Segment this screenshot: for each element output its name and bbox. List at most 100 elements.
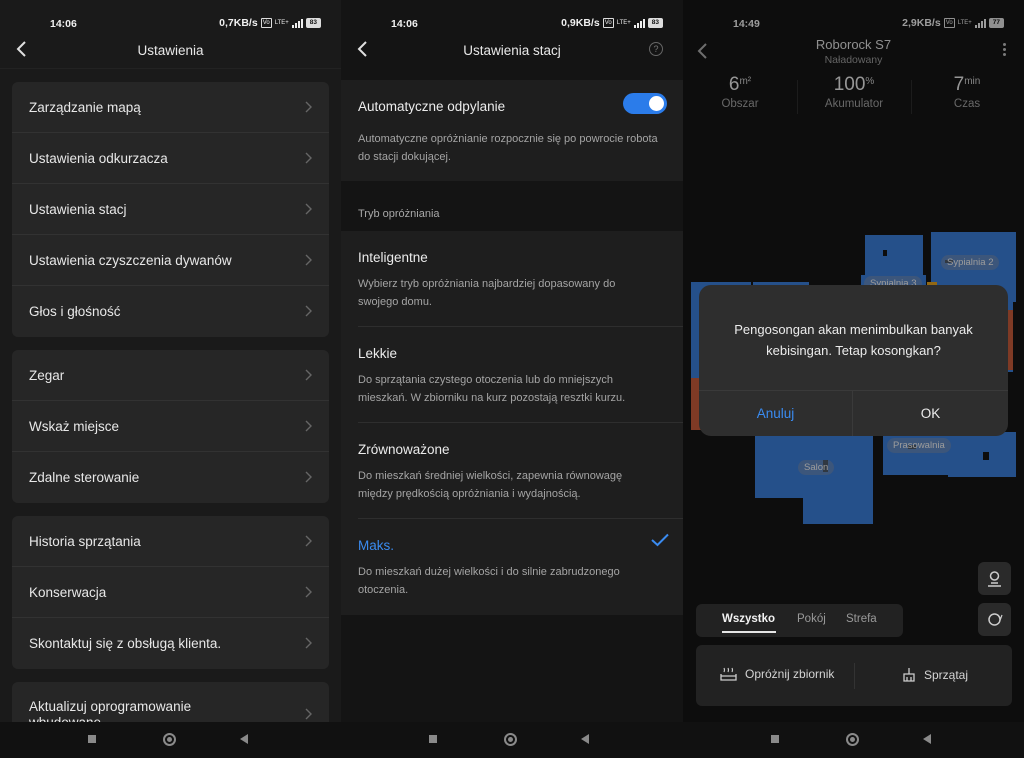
empty-mode-option-balanced[interactable]: Zrównoważone Do mieszkań średniej wielko… [341,423,683,519]
system-back-button[interactable] [240,734,248,744]
chevron-right-icon [305,637,312,649]
device-home-screen: 14:49 2,9KB/s Vo LTE+ 77 Roborock S7 Nał… [683,0,1024,758]
system-nav-bar [0,722,341,758]
checkmark-icon [651,533,669,547]
option-title: Inteligentne [358,250,428,265]
settings-item-label: Skontaktuj się z obsługą klienta. [29,636,222,651]
system-nav-bar [683,722,1024,758]
volte-icon: Vo [260,18,272,28]
settings-item-label: Ustawienia czyszczenia dywanów [29,253,232,268]
status-time: 14:06 [50,18,77,30]
settings-group-1: Zarządzanie mapą Ustawienia odkurzacza U… [12,82,329,337]
action-bar: Opróżnij zbiornik Sprzątaj [696,645,1012,706]
status-indicators: 0,9KB/s Vo LTE+ 83 [561,17,663,29]
locate-robot-button[interactable] [978,562,1011,595]
settings-item-locate[interactable]: Wskaż miejsce [12,401,329,452]
home-button[interactable] [163,733,176,746]
option-title: Maks. [358,538,395,553]
system-back-button[interactable] [923,734,931,744]
settings-item-remote[interactable]: Zdalne sterowanie [12,452,329,503]
empty-mode-section-label: Tryb opróżniania [358,208,440,220]
station-settings-screen: 14:06 0,9KB/s Vo LTE+ 83 Ustawienia stac… [341,0,683,758]
confirm-dialog: Pengosongan akan menimbulkan banyak kebi… [699,285,1008,436]
tab-room[interactable]: Pokój [797,613,826,625]
settings-item-map[interactable]: Zarządzanie mapą [12,82,329,133]
cancel-button[interactable]: Anuluj [699,406,852,421]
settings-item-maintenance[interactable]: Konserwacja [12,567,329,618]
signal-icon [291,18,303,28]
option-description: Wybierz tryb opróżniania najbardziej dop… [358,278,616,308]
page-title: Ustawienia stacj [463,43,561,58]
home-button[interactable] [504,733,517,746]
signal-icon [633,18,645,28]
empty-mode-option-light[interactable]: Lekkie Do sprzątania czystego otoczenia … [341,327,683,423]
system-back-button[interactable] [581,734,589,744]
settings-group-2: Zegar Wskaż miejsce Zdalne sterowanie [12,350,329,503]
chevron-right-icon [305,101,312,113]
option-description: Do sprzątania czystego otoczenia lub do … [358,374,626,404]
chevron-right-icon [305,254,312,266]
settings-item-label: Ustawienia stacj [29,202,127,217]
status-indicators: 0,7KB/s Vo LTE+ 83 [219,17,321,29]
option-description: Do mieszkań dużej wielkości i do silnie … [358,566,620,596]
settings-item-support[interactable]: Skontaktuj się z obsługą klienta. [12,618,329,669]
settings-item-history[interactable]: Historia sprzątania [12,516,329,567]
chevron-right-icon [305,586,312,598]
status-speed: 0,9KB/s [561,17,600,29]
option-title: Lekkie [358,346,398,361]
map-pin-icon [988,571,1001,587]
chevron-right-icon [305,471,312,483]
chevron-right-icon [305,369,312,381]
auto-empty-title: Automatyczne odpylanie [358,99,506,114]
divider [699,390,1008,391]
recents-button[interactable] [771,735,779,743]
settings-item-label: Konserwacja [29,585,107,600]
auto-empty-description: Automatyczne opróżnianie rozpocznie się … [358,133,658,163]
header-divider [0,68,341,69]
recents-button[interactable] [429,735,437,743]
app-header: Ustawienia [0,32,341,68]
battery-icon: 83 [647,18,663,28]
chevron-right-icon [305,535,312,547]
ok-button[interactable]: OK [853,406,1008,421]
chevron-right-icon [305,203,312,215]
home-button[interactable] [846,733,859,746]
chevron-right-icon [305,420,312,432]
dust-bin-icon [720,667,737,681]
lte-icon: LTE+ [616,20,631,26]
settings-item-station[interactable]: Ustawienia stacj [12,184,329,235]
tab-all[interactable]: Wszystko [722,613,775,625]
empty-mode-list: Inteligentne Wybierz tryb opróżniania na… [341,231,683,615]
settings-item-label: Historia sprzątania [29,534,141,549]
chevron-right-icon [305,708,312,720]
tab-zone[interactable]: Strefa [846,613,877,625]
chevron-right-icon [305,152,312,164]
empty-mode-option-max[interactable]: Maks. Do mieszkań dużej wielkości i do s… [341,519,683,615]
status-speed: 0,7KB/s [219,17,258,29]
toggle-knob [649,96,664,111]
status-time: 14:06 [391,18,418,30]
tab-indicator [722,631,776,633]
settings-item-label: Zarządzanie mapą [29,100,141,115]
recents-button[interactable] [88,735,96,743]
settings-item-label: Ustawienia odkurzacza [29,151,168,166]
page-title: Ustawienia [137,43,204,58]
clean-button[interactable]: Sprzątaj [902,667,968,682]
rotate-map-button[interactable] [978,603,1011,636]
empty-mode-option-smart[interactable]: Inteligentne Wybierz tryb opróżniania na… [341,231,683,327]
dialog-message: Pengosongan akan menimbulkan banyak kebi… [734,322,973,358]
settings-item-clock[interactable]: Zegar [12,350,329,401]
empty-bin-button[interactable]: Opróżnij zbiornik [720,667,834,681]
settings-item-vacuum[interactable]: Ustawienia odkurzacza [12,133,329,184]
auto-empty-toggle[interactable] [623,93,667,114]
rotate-icon [988,613,1003,626]
settings-item-voice[interactable]: Głos i głośność [12,286,329,337]
settings-item-label: Zegar [29,368,65,383]
settings-item-carpet[interactable]: Ustawienia czyszczenia dywanów [12,235,329,286]
settings-item-label: Zdalne sterowanie [29,470,140,485]
option-description: Do mieszkań średniej wielkości, zapewnia… [358,470,623,500]
settings-screen: 14:06 0,7KB/s Vo LTE+ 83 Ustawienia Zarz… [0,0,341,758]
system-nav-bar [341,722,683,758]
settings-item-label: Głos i głośność [29,304,121,319]
help-icon[interactable]: ? [649,42,663,56]
